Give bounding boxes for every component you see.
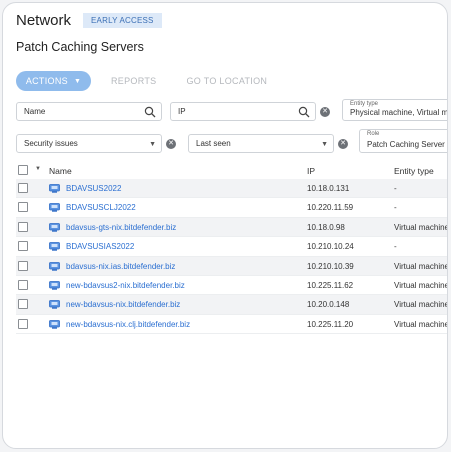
search-icon[interactable]	[144, 106, 156, 118]
row-checkbox[interactable]	[18, 202, 28, 213]
row-entity-type: -	[394, 203, 397, 213]
role-select[interactable]: Role Patch Caching Server	[359, 129, 447, 153]
chevron-down-icon: ▼	[73, 77, 82, 85]
entity-type-select[interactable]: Entity type Physical machine, Virtual ma…	[342, 99, 448, 121]
chevron-down-icon: ▼	[149, 141, 156, 148]
select-all-checkbox[interactable]	[18, 165, 28, 175]
row-checkbox[interactable]	[18, 318, 28, 329]
actions-button-label: ACTIONS	[25, 76, 68, 86]
row-name-link[interactable]: BDAVSUSIAS2022	[66, 242, 134, 251]
server-icon	[49, 261, 60, 271]
column-header-ip[interactable]: IP	[307, 166, 315, 176]
clear-icon[interactable]: ✕	[166, 139, 176, 149]
row-ip: 10.18.0.131	[307, 184, 350, 193]
role-value: Patch Caching Server	[367, 140, 445, 149]
row-ip: 10.225.11.20	[307, 319, 354, 329]
table-header: ▼ Name IP Entity type	[16, 161, 447, 179]
last-seen-value: Last seen	[196, 139, 231, 148]
column-header-name[interactable]: Name	[49, 166, 72, 176]
row-checkbox[interactable]	[18, 260, 28, 271]
row-entity-type: Virtual machine	[394, 261, 448, 271]
table-row[interactable]: new-bdavsus-nix.clj.bitdefender.biz 10.22…	[16, 315, 448, 335]
name-filter-input[interactable]: Name	[16, 102, 162, 121]
go-to-location-link[interactable]: GO TO LOCATION	[186, 76, 267, 86]
row-name-link[interactable]: bdavsus-nix.ias.bitdefender.biz	[66, 262, 175, 271]
role-label: Role	[367, 131, 380, 137]
reports-link[interactable]: REPORTS	[111, 76, 156, 86]
row-entity-type: -	[394, 242, 397, 252]
toolbar: ACTIONS ▼ REPORTS GO TO LOCATION	[16, 71, 267, 91]
header: Network EARLY ACCESS	[16, 12, 162, 29]
server-icon	[49, 242, 60, 251]
table-row[interactable]: bdavsus-gts-nix.bitdefender.biz 10.18.0.9…	[16, 217, 448, 238]
table-row[interactable]: BDAVSUSCLJ2022 10.220.11.59 -	[16, 198, 447, 218]
row-checkbox[interactable]	[18, 241, 28, 252]
security-issues-select[interactable]: Security issues ▼	[16, 134, 162, 153]
row-name-link[interactable]: new-bdavsus-nix.clj.bitdefender.biz	[66, 320, 190, 329]
ip-filter-placeholder: IP	[178, 107, 186, 116]
entity-type-value: Physical machine, Virtual ma...	[350, 108, 448, 117]
server-icon	[49, 281, 60, 290]
table-row[interactable]: BDAVSUS2022 10.18.0.131 -	[16, 179, 447, 199]
server-icon	[49, 203, 60, 213]
server-icon	[49, 319, 60, 329]
column-header-entity-type[interactable]: Entity type	[394, 166, 434, 176]
last-seen-select[interactable]: Last seen ▼	[188, 134, 334, 153]
security-issues-value: Security issues	[24, 139, 78, 148]
row-ip: 10.225.11.62	[307, 280, 354, 290]
row-name-link[interactable]: bdavsus-gts-nix.bitdefender.biz	[66, 223, 176, 232]
row-name-link[interactable]: BDAVSUS2022	[66, 184, 121, 193]
name-filter-placeholder: Name	[24, 107, 46, 116]
server-icon	[49, 184, 60, 193]
row-ip: 10.210.10.24	[307, 242, 354, 252]
table-row[interactable]: new-bdavsus-nix.bitdefender.biz 10.20.0.1…	[16, 295, 448, 315]
clear-icon[interactable]: ✕	[320, 107, 330, 117]
row-entity-type: Virtual machine	[394, 319, 448, 329]
search-icon[interactable]	[298, 106, 310, 118]
row-entity-type: Virtual machine	[394, 300, 448, 310]
chevron-down-icon: ▼	[321, 141, 328, 148]
row-ip: 10.20.0.148	[307, 300, 350, 310]
row-name-link[interactable]: new-bdavsus2-nix.bitdefender.biz	[66, 281, 185, 290]
row-checkbox[interactable]	[18, 279, 28, 290]
clear-icon[interactable]: ✕	[338, 139, 348, 149]
row-checkbox[interactable]	[18, 299, 28, 310]
ip-filter-input[interactable]: IP	[170, 102, 316, 121]
servers-table: ▼ Name IP Entity type BDAVSUS2022 10.18.0…	[16, 161, 448, 335]
early-access-badge: EARLY ACCESS	[83, 13, 162, 28]
table-row[interactable]: BDAVSUSIAS2022 10.210.10.24 -	[16, 237, 447, 257]
page-title: Network	[16, 12, 72, 29]
row-checkbox[interactable]	[18, 183, 28, 193]
actions-button[interactable]: ACTIONS ▼	[16, 71, 91, 91]
server-icon	[49, 300, 60, 310]
row-entity-type: Virtual machine	[394, 280, 448, 290]
page-subtitle: Patch Caching Servers	[16, 40, 144, 54]
row-ip: 10.18.0.98	[307, 222, 345, 232]
row-entity-type: Virtual machine	[394, 222, 448, 232]
table-body: BDAVSUS2022 10.18.0.131 - BDAVSUSCLJ2022 10.…	[16, 179, 448, 335]
server-icon	[49, 222, 60, 232]
chevron-down-icon[interactable]: ▼	[35, 166, 41, 172]
app-window: Network EARLY ACCESS Patch Caching Serve…	[2, 2, 448, 449]
row-ip: 10.210.10.39	[307, 261, 354, 271]
row-name-link[interactable]: new-bdavsus-nix.bitdefender.biz	[66, 300, 180, 309]
row-name-link[interactable]: BDAVSUSCLJ2022	[66, 203, 136, 212]
table-row[interactable]: bdavsus-nix.ias.bitdefender.biz 10.210.10…	[16, 256, 448, 276]
row-ip: 10.220.11.59	[307, 203, 354, 213]
row-checkbox[interactable]	[18, 221, 28, 232]
entity-type-label: Entity type	[350, 101, 379, 107]
table-row[interactable]: new-bdavsus2-nix.bitdefender.biz 10.225.1…	[16, 276, 448, 296]
row-entity-type: -	[394, 184, 397, 193]
